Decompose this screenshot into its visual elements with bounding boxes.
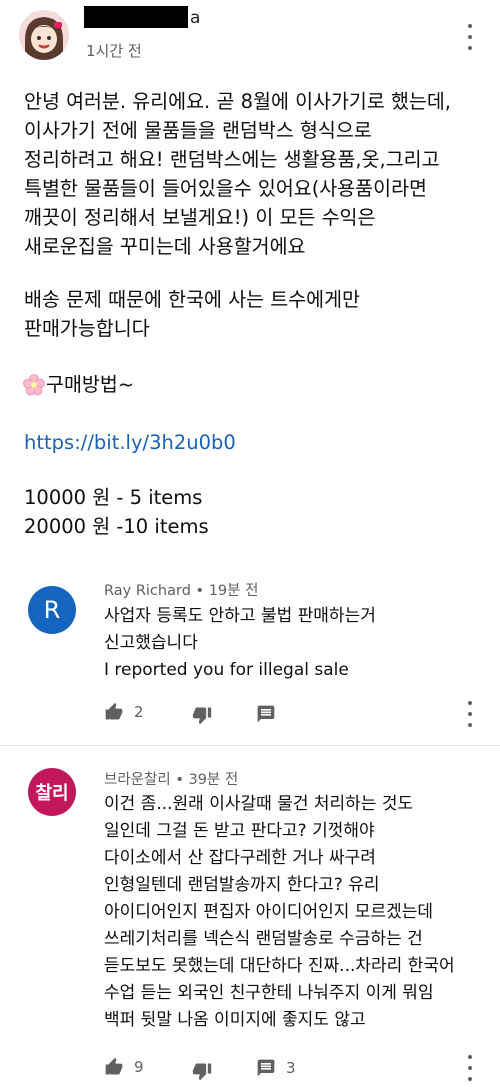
reply-line: 백퍼 뒷말 나옴 이미지에 좋지도 않고 bbox=[104, 1010, 366, 1030]
comment-line: 깨끗이 정리해서 보낼게요!) 이 모든 수익은 bbox=[24, 206, 376, 229]
more-options-icon[interactable] bbox=[464, 1055, 476, 1081]
reply-comment-icon[interactable] bbox=[256, 704, 276, 724]
replies-button[interactable]: 3 bbox=[256, 1058, 296, 1078]
comment-line: 정리하려고 해요! 랜덤박스에는 생활용품,옷,그리고 bbox=[24, 148, 440, 171]
reply-line: I reported you for illegal sale bbox=[104, 660, 349, 680]
reply-comment-icon bbox=[256, 1058, 276, 1078]
author-name-suffix[interactable]: a bbox=[190, 8, 200, 28]
divider bbox=[0, 745, 500, 746]
comment-line: 배송 문제 때문에 한국에 사는 트수에게만 bbox=[24, 288, 360, 311]
purchase-link[interactable]: https://bit.ly/3h2u0b0 bbox=[24, 428, 236, 457]
reply-header: 브라운찰리 • 39분 전 bbox=[104, 768, 238, 789]
reply-line: 일인데 그걸 돈 받고 판다고? 기껏해야 bbox=[104, 821, 375, 841]
reply-line: 이건 좀...원래 이사갈때 물건 처리하는 것도 bbox=[104, 794, 414, 814]
thumbs-down-icon[interactable] bbox=[192, 1061, 212, 1081]
comment-line: 판매가능합니다 bbox=[24, 317, 150, 340]
like-count: 9 bbox=[134, 1058, 144, 1076]
like-count: 2 bbox=[134, 703, 144, 721]
reply-line: 다이소에서 산 잡다구레한 거나 싸구려 bbox=[104, 848, 376, 868]
comment-body: 안녕 여러분. 유리에요. 곧 8월에 이사가기로 했는데, 이사가기 전에 물… bbox=[24, 87, 451, 261]
comment-line: 특별한 물품들이 들어있을수 있어요(사용품이라면 bbox=[24, 177, 427, 200]
comment-timestamp: 1시간 전 bbox=[86, 42, 142, 60]
how-to-buy-label: 구매방법~ bbox=[46, 373, 135, 396]
reply-line: 인형일텐데 랜덤발송까지 한다고? 유리 bbox=[104, 875, 380, 895]
more-options-icon[interactable] bbox=[464, 24, 476, 50]
reply-timestamp: 19분 전 bbox=[208, 583, 259, 599]
reply-line: 듣도보도 못했는데 대단하다 진짜...차라리 한국어 bbox=[104, 956, 455, 976]
comment-body-2: 배송 문제 때문에 한국에 사는 트수에게만 판매가능합니다 bbox=[24, 285, 360, 343]
like-button[interactable]: 2 bbox=[104, 702, 144, 722]
reply-author[interactable]: 브라운찰리 bbox=[104, 772, 171, 788]
author-avatar[interactable] bbox=[19, 10, 69, 60]
comment-line: 안녕 여러분. 유리에요. 곧 8월에 이사가기로 했는데, bbox=[24, 90, 451, 113]
comment-line: 새로운집을 꾸미는데 사용할거에요 bbox=[24, 235, 306, 258]
redacted-author-name bbox=[84, 6, 188, 28]
comment-line: 이사가기 전에 물품들을 랜덤박스 형식으로 bbox=[24, 119, 372, 142]
price-list: 10000 원 - 5 items 20000 원 -10 items bbox=[24, 483, 209, 541]
reply-line: 쓰레기처리를 넥슨식 랜덤발송로 수금하는 건 bbox=[104, 929, 423, 949]
reply-count: 3 bbox=[286, 1059, 296, 1077]
separator-dot: • bbox=[195, 583, 209, 599]
reply-body: 이건 좀...원래 이사갈때 물건 처리하는 것도 일인데 그걸 돈 받고 판다… bbox=[104, 791, 455, 1034]
like-button[interactable]: 9 bbox=[104, 1057, 144, 1077]
thumbs-up-icon bbox=[104, 702, 124, 722]
thumbs-down-icon[interactable] bbox=[192, 705, 212, 725]
reply-timestamp: 39분 전 bbox=[188, 772, 239, 788]
avatar-letter: R bbox=[43, 596, 61, 624]
price-item: 20000 원 -10 items bbox=[24, 515, 209, 538]
thumbs-up-icon bbox=[104, 1057, 124, 1077]
blossom-icon bbox=[22, 373, 46, 397]
more-options-icon[interactable] bbox=[464, 701, 476, 727]
reply-body: 사업자 등록도 안하고 불법 판매하는거 신고했습니다 I reported y… bbox=[104, 603, 376, 684]
price-item: 10000 원 - 5 items bbox=[24, 486, 203, 509]
reply-avatar[interactable]: R bbox=[28, 586, 76, 634]
reply-line: 신고했습니다 bbox=[104, 633, 198, 653]
reply-line: 사업자 등록도 안하고 불법 판매하는거 bbox=[104, 606, 376, 626]
reply-line: 아이디어인지 편집자 아이디어인지 모르겠는데 bbox=[104, 902, 434, 922]
reply-header: Ray Richard • 19분 전 bbox=[104, 579, 258, 600]
avatar-letter: 찰리 bbox=[35, 783, 69, 804]
reply-author[interactable]: Ray Richard bbox=[104, 583, 191, 599]
reply-avatar[interactable]: 찰리 bbox=[28, 768, 76, 816]
separator-dot: • bbox=[175, 772, 189, 788]
reply-line: 수업 듣는 외국인 친구한테 나눠주지 이게 뭐임 bbox=[104, 983, 434, 1003]
